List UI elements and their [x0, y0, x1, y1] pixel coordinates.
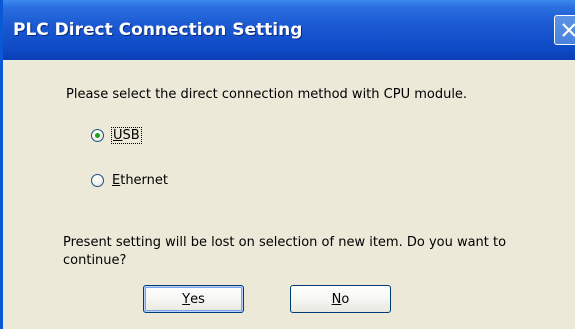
ethernet-radio-label[interactable]: Ethernet: [112, 173, 168, 188]
prompt-text: Please select the direct connection meth…: [66, 87, 468, 102]
close-button[interactable]: [554, 15, 575, 45]
yes-label-rest: es: [190, 291, 205, 307]
usb-mnemonic: U: [113, 127, 123, 143]
confirmation-question: Present setting will be lost on selectio…: [63, 235, 507, 268]
usb-radio-label[interactable]: USB: [111, 126, 142, 144]
ethernet-label-rest: thernet: [120, 172, 169, 188]
radio-option-usb[interactable]: USB: [91, 125, 142, 145]
title-bar[interactable]: PLC Direct Connection Setting: [3, 0, 575, 60]
yes-mnemonic: Y: [182, 291, 191, 307]
yes-button[interactable]: Yes: [143, 285, 244, 313]
window-title: PLC Direct Connection Setting: [13, 20, 303, 40]
plc-direct-connection-dialog: PLC Direct Connection Setting Please sel…: [0, 0, 575, 329]
usb-radio-button[interactable]: [91, 128, 104, 142]
close-icon: [562, 23, 575, 37]
radio-selected-dot: [95, 132, 100, 138]
ethernet-mnemonic: E: [112, 172, 121, 188]
no-mnemonic: N: [331, 291, 342, 307]
radio-option-ethernet[interactable]: Ethernet: [91, 170, 168, 190]
no-button[interactable]: No: [290, 285, 391, 313]
usb-label-rest: SB: [122, 127, 140, 143]
ethernet-radio-button[interactable]: [91, 173, 104, 187]
no-label-rest: o: [341, 291, 350, 307]
